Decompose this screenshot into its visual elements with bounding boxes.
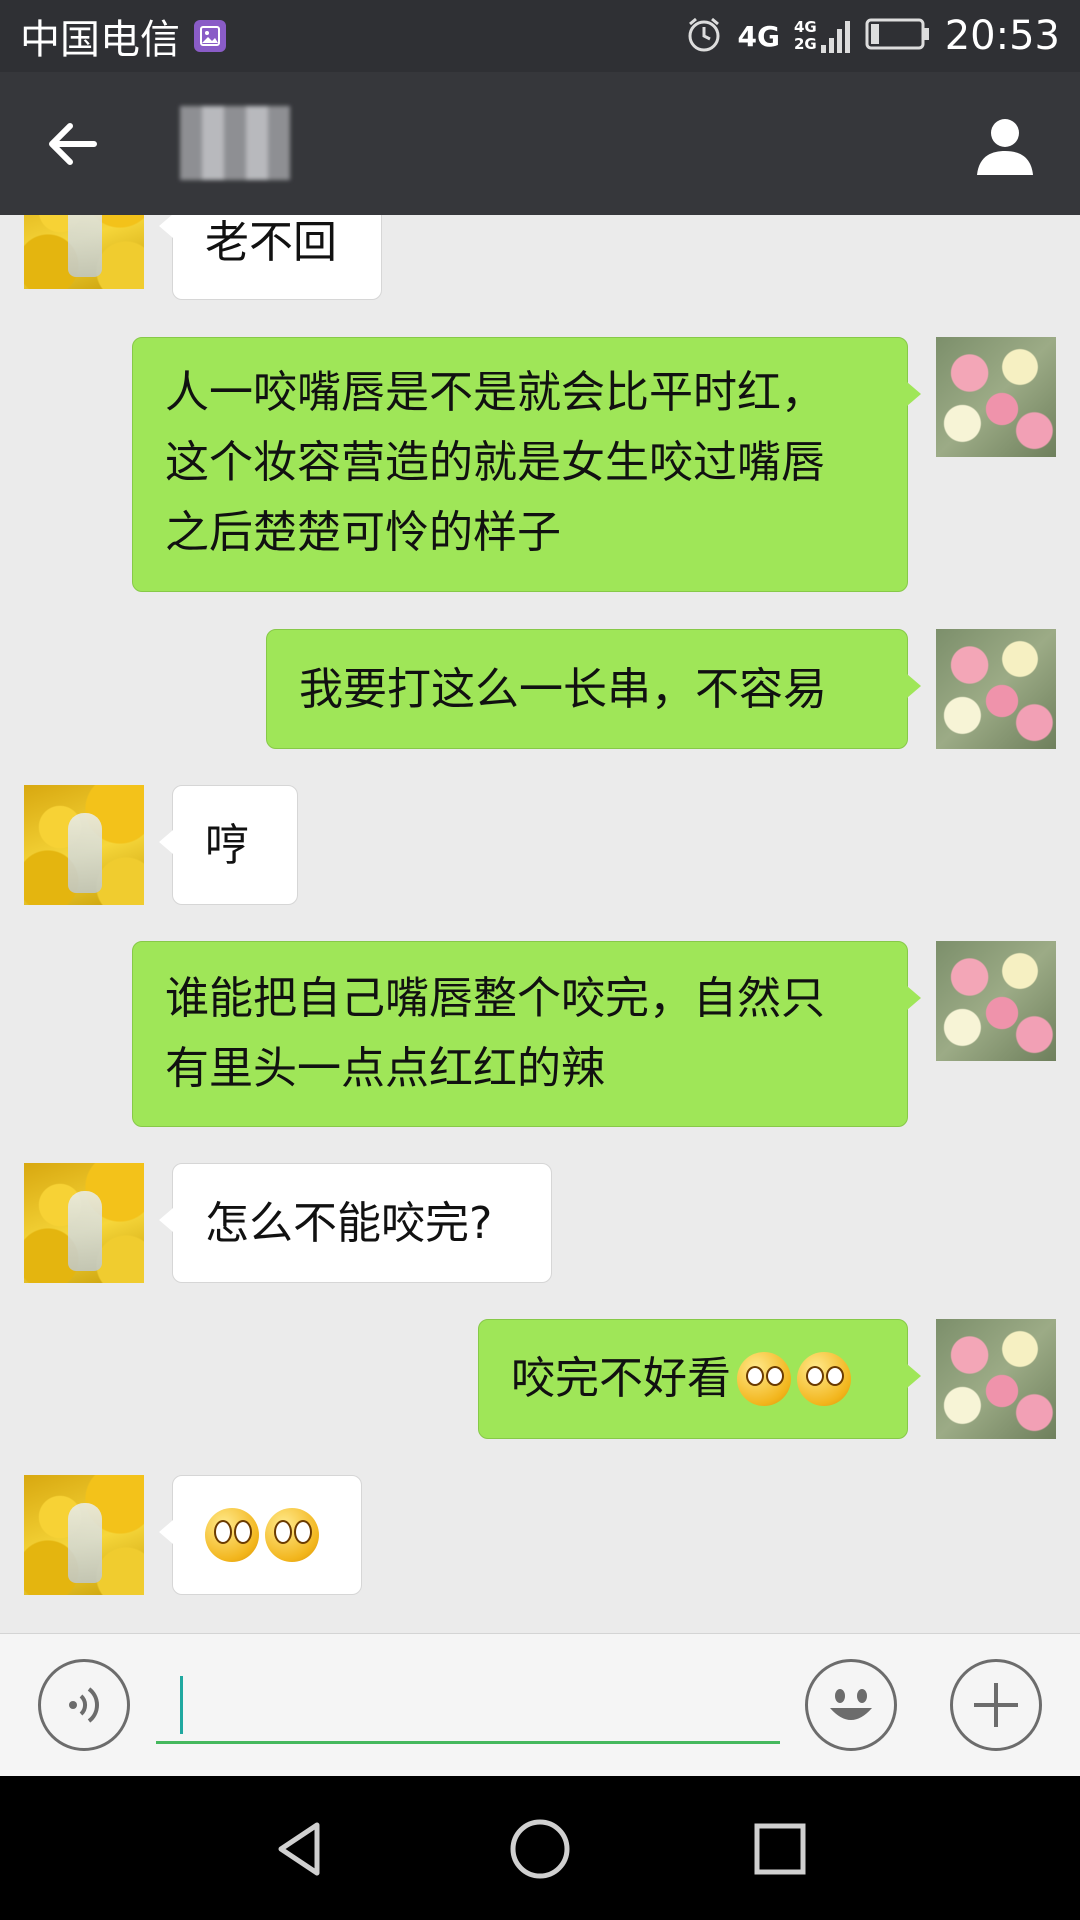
contact-avatar[interactable] <box>24 785 144 905</box>
nav-recents-button[interactable] <box>745 1814 815 1884</box>
flushed-emoji-icon <box>265 1508 319 1562</box>
recents-square-icon <box>754 1823 806 1875</box>
message-text: 我要打这么一长串，不容易 <box>299 664 827 715</box>
voice-input-button[interactable] <box>38 1659 130 1751</box>
signal-icon: 4G 2G <box>794 19 851 53</box>
more-options-button[interactable] <box>950 1659 1042 1751</box>
text-cursor <box>180 1676 183 1734</box>
smirk-emoji-icon <box>797 1352 851 1406</box>
contact-avatar[interactable] <box>24 1475 144 1595</box>
message-bubble-sent[interactable]: 人一咬嘴唇是不是就会比平时红， 这个妆容营造的就是女生咬过嘴唇 之后楚楚可怜的样… <box>132 337 921 592</box>
profile-icon <box>977 119 1033 175</box>
back-button[interactable] <box>42 114 102 174</box>
contact-name-blurred <box>180 106 290 180</box>
message-bubble-received[interactable]: 怎么不能咬完? <box>159 1163 552 1283</box>
alarm-icon <box>684 14 724 58</box>
message-bubble-sent[interactable]: 我要打这么一长串，不容易 <box>266 629 921 749</box>
message-text: 老不回 <box>205 217 337 268</box>
my-avatar[interactable] <box>936 941 1056 1061</box>
back-arrow-icon <box>49 123 97 165</box>
message-input-bar <box>0 1633 1080 1777</box>
message-line: 人一咬嘴唇是不是就会比平时红， <box>165 367 825 418</box>
battery-icon <box>865 17 931 55</box>
message-line: 谁能把自己嘴唇整个咬完，自然只 <box>165 973 825 1024</box>
image-notification-icon <box>194 20 226 52</box>
nav-back-button[interactable] <box>266 1814 336 1884</box>
flushed-emoji-icon <box>205 1508 259 1562</box>
message-text: 咬完不好看 <box>511 1353 731 1404</box>
smirk-emoji-icon <box>737 1352 791 1406</box>
message-bubble-sent[interactable]: 谁能把自己嘴唇整个咬完，自然只 有里头一点点红红的辣 <box>132 941 921 1127</box>
plus-icon <box>974 1683 1018 1727</box>
chat-info-button[interactable] <box>970 110 1040 180</box>
carrier-name: 中国电信 <box>20 17 180 63</box>
status-bar: 中国电信 4G 4G 2G 20:53 <box>0 0 1080 72</box>
message-input[interactable] <box>156 1670 780 1744</box>
my-avatar[interactable] <box>936 337 1056 457</box>
message-line: 之后楚楚可怜的样子 <box>165 507 561 558</box>
contact-avatar[interactable] <box>24 1163 144 1283</box>
message-list[interactable]: 老不回 人一咬嘴唇是不是就会比平时红， 这个妆容营造的就是女生咬过嘴唇 之后楚楚… <box>0 215 1080 1633</box>
network-4g-label: 4G <box>737 19 780 53</box>
home-circle-icon <box>510 1819 570 1879</box>
emoji-button[interactable] <box>805 1659 897 1751</box>
message-text: 怎么不能咬完? <box>205 1198 493 1249</box>
contact-avatar[interactable] <box>24 215 144 289</box>
nav-home-button[interactable] <box>505 1814 575 1884</box>
message-bubble-received[interactable]: 老不回 <box>159 215 382 300</box>
back-triangle-icon <box>278 1822 320 1876</box>
message-line: 这个妆容营造的就是女生咬过嘴唇 <box>165 437 825 488</box>
message-bubble-received[interactable] <box>159 1475 362 1595</box>
message-line: 有里头一点点红红的辣 <box>165 1043 605 1094</box>
voice-icon <box>69 1687 99 1723</box>
system-navigation-bar <box>0 1776 1080 1920</box>
message-bubble-received[interactable]: 哼 <box>159 785 298 905</box>
my-avatar[interactable] <box>936 629 1056 749</box>
my-avatar[interactable] <box>936 1319 1056 1439</box>
clock: 20:53 <box>944 13 1060 59</box>
emoji-icon <box>830 1689 872 1720</box>
message-text: 哼 <box>205 820 249 871</box>
message-bubble-sent[interactable]: 咬完不好看 <box>478 1319 921 1439</box>
network-2g-small-label: 2G <box>793 35 817 53</box>
chat-header <box>0 72 1080 215</box>
network-4g-small-label: 4G <box>793 18 817 36</box>
